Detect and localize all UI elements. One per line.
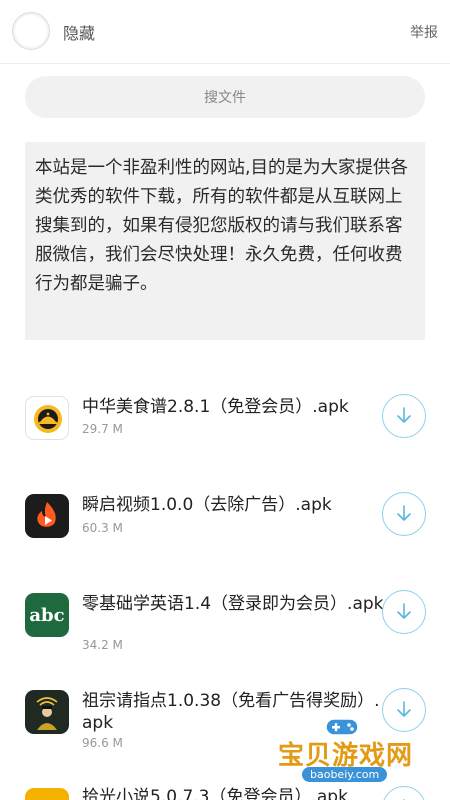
english-icon-glyph: abc (29, 604, 65, 626)
file-name: 祖宗请指点1.0.38（免看广告得奖励）.apk (82, 691, 380, 733)
file-name: 中华美食谱2.8.1（免登会员）.apk (82, 397, 349, 417)
file-item[interactable]: 瞬启视频1.0.0（去除广告）.apk 60.3 M (0, 450, 450, 540)
ancestor-app-icon (25, 690, 69, 734)
file-name: 拾光小说5.0.7.3（免登会员）.apk (82, 787, 348, 800)
disclaimer-notice: 本站是一个非盈利性的网站,目的是为大家提供各类优秀的软件下载，所有的软件都是从互… (25, 142, 425, 340)
file-size: 29.7 M (82, 422, 123, 436)
download-arrow-icon (397, 701, 411, 717)
download-arrow-icon (397, 505, 411, 521)
download-button[interactable] (382, 394, 426, 438)
file-size: 60.3 M (82, 521, 123, 535)
download-button[interactable] (382, 590, 426, 634)
disclaimer-text: 本站是一个非盈利性的网站,目的是为大家提供各类优秀的软件下载，所有的软件都是从互… (35, 158, 409, 294)
file-item[interactable]: abc 零基础学英语1.4（登录即为会员）.apk 34.2 M (0, 550, 450, 652)
video-app-icon (25, 494, 69, 538)
avatar[interactable] (12, 12, 50, 50)
search-files-button[interactable]: 搜文件 (25, 76, 425, 118)
download-arrow-icon (397, 407, 411, 423)
file-name: 瞬启视频1.0.0（去除广告）.apk (82, 495, 332, 515)
download-button[interactable] (382, 688, 426, 732)
top-bar: 隐藏 举报 (0, 0, 450, 64)
file-item[interactable]: 拾光小说5.0.7.3（免登会员）.apk (0, 750, 450, 800)
english-app-icon: abc (25, 593, 69, 637)
search-label: 搜文件 (204, 90, 246, 106)
file-item[interactable]: 祖宗请指点1.0.38（免看广告得奖励）.apk 96.6 M (0, 650, 450, 750)
report-button[interactable]: 举报 (410, 22, 438, 42)
file-size: 96.6 M (82, 736, 123, 750)
download-button[interactable] (382, 786, 426, 800)
recipe-app-icon (25, 396, 69, 440)
file-item[interactable]: 中华美食谱2.8.1（免登会员）.apk 29.7 M (0, 360, 450, 450)
file-name: 零基础学英语1.4（登录即为会员）.apk (82, 594, 384, 614)
download-arrow-icon (397, 603, 411, 619)
download-button[interactable] (382, 492, 426, 536)
novel-app-icon (25, 788, 69, 800)
page-title: 隐藏 (63, 24, 96, 43)
